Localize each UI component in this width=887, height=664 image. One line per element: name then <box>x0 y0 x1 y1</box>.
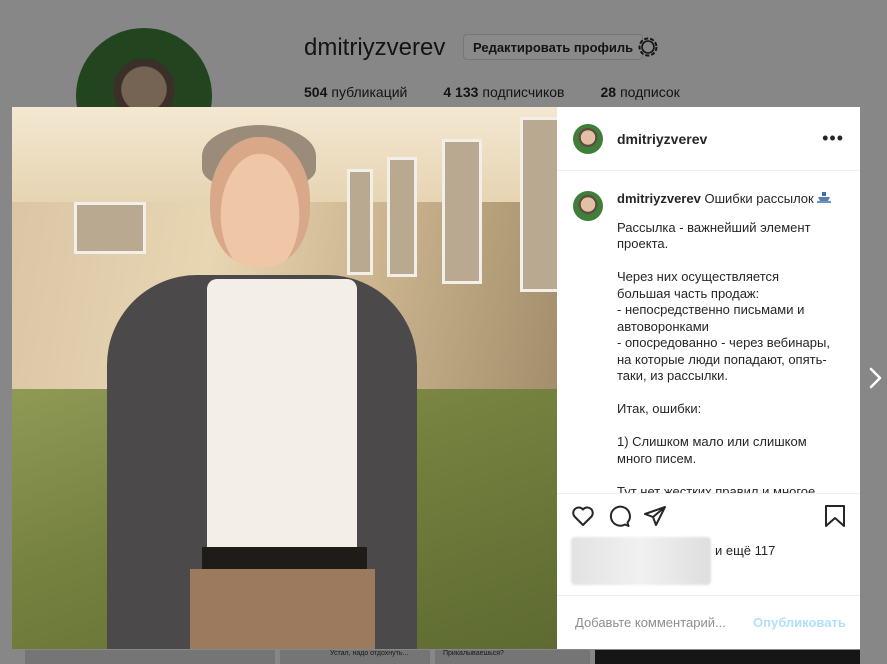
bookmark-icon[interactable] <box>824 504 846 528</box>
post-caption: dmitriyzverev Ошибки рассылок Рассылка -… <box>557 171 860 493</box>
author-avatar[interactable] <box>573 123 603 154</box>
comment-form: Опубликовать <box>557 595 860 649</box>
photo-wall-frame <box>74 202 146 254</box>
person-face <box>210 137 310 267</box>
heart-icon[interactable] <box>571 504 595 528</box>
caption-title: Ошибки рассылок <box>704 191 814 206</box>
caption-avatar[interactable] <box>573 191 603 221</box>
photo-wall-frame <box>387 157 417 277</box>
person-belt <box>202 547 367 569</box>
publish-button[interactable]: Опубликовать <box>753 615 846 630</box>
post-header: dmitriyzverev ••• <box>557 107 860 171</box>
comment-input[interactable] <box>573 614 753 631</box>
author-username[interactable]: dmitriyzverev <box>617 131 707 147</box>
photo-wall-frame <box>442 139 482 284</box>
caption-username[interactable]: dmitriyzverev <box>617 191 701 206</box>
post-actions <box>557 493 860 537</box>
person-shirt <box>207 279 357 579</box>
ship-icon <box>817 192 832 203</box>
post-sidebar: dmitriyzverev ••• dmitriyzverev Ошибки р… <box>557 107 860 649</box>
post-photo[interactable] <box>12 107 557 649</box>
chevron-right-icon[interactable] <box>868 366 884 390</box>
photo-wall-frame <box>347 169 373 275</box>
likes-count[interactable]: и ещё 117 <box>715 543 775 558</box>
comment-icon[interactable] <box>607 504 631 528</box>
share-icon[interactable] <box>643 504 667 528</box>
more-icon[interactable]: ••• <box>822 128 844 149</box>
post-modal: dmitriyzverev ••• dmitriyzverev Ошибки р… <box>12 107 860 649</box>
likes-users-blurred[interactable] <box>571 537 711 585</box>
photo-wall-frame <box>520 117 557 292</box>
likes-section: и ещё 117 <box>557 537 860 595</box>
person-pants <box>190 569 375 649</box>
caption-text: Рассылка - важнейший элемент проекта. Че… <box>617 219 830 494</box>
